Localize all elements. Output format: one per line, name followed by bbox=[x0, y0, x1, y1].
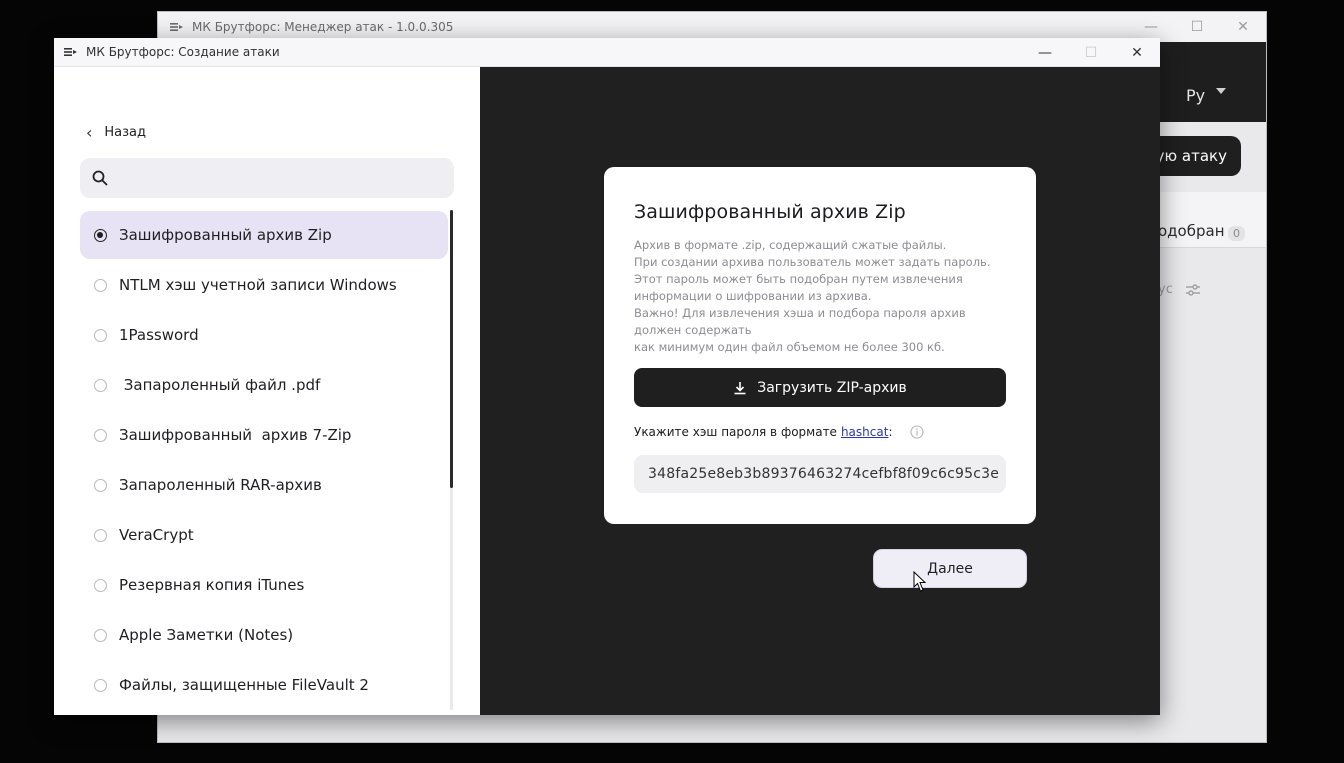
attack-type-item[interactable]: Зашифрованный архив 7-Zip bbox=[80, 411, 448, 459]
app-icon bbox=[170, 23, 183, 31]
language-selector[interactable]: Ру bbox=[1186, 86, 1205, 105]
back-button[interactable]: ‹ Назад bbox=[86, 123, 146, 142]
attack-type-label: Зашифрованный архив 7-Zip bbox=[119, 426, 352, 444]
attack-type-item[interactable]: NTLM хэш учетной записи Windows bbox=[80, 261, 448, 309]
search-box[interactable] bbox=[80, 158, 454, 198]
attack-type-label: Запароленный RAR-архив bbox=[119, 476, 322, 494]
attack-type-list: Зашифрованный архив Zip NTLM хэш учетной … bbox=[80, 211, 448, 711]
description-line: При создании архива пользователь может з… bbox=[634, 255, 991, 269]
description-line: Важно! Для извлечения хэша и подбора пар… bbox=[634, 306, 966, 320]
hash-input[interactable]: 348fa25e8eb3b89376463274cefbf8f09c6c95c3… bbox=[634, 455, 1006, 493]
hashcat-link[interactable]: hashcat bbox=[841, 425, 888, 439]
radio-button[interactable] bbox=[94, 578, 107, 592]
minimize-icon[interactable]: — bbox=[1022, 38, 1068, 67]
attack-type-label: 1Password bbox=[119, 326, 199, 344]
attack-detail-card: Зашифрованный архив Zip Архив в формате … bbox=[604, 167, 1036, 524]
attack-type-label: Apple Заметки (Notes) bbox=[119, 626, 294, 644]
found-count-badge: 0 bbox=[1228, 226, 1245, 241]
back-label: Назад bbox=[104, 125, 147, 140]
radio-button[interactable] bbox=[94, 628, 107, 642]
app-icon bbox=[64, 48, 77, 56]
filter-icon[interactable] bbox=[1186, 284, 1200, 296]
scrollbar-thumb[interactable] bbox=[450, 210, 453, 488]
create-attack-dialog: МК Брутфорс: Создание атаки — ☐ ✕ ‹ Наза… bbox=[54, 38, 1160, 715]
download-icon bbox=[734, 381, 746, 394]
attack-type-label: Зашифрованный архив Zip bbox=[119, 226, 332, 244]
search-input[interactable] bbox=[118, 169, 454, 187]
card-description: Архив в формате .zip, содержащий сжатые … bbox=[634, 237, 1006, 356]
details-panel: Зашифрованный архив Zip Архив в формате … bbox=[480, 67, 1160, 715]
radio-button[interactable] bbox=[94, 478, 107, 492]
attack-type-item[interactable]: Запароленный файл .pdf bbox=[80, 361, 448, 409]
info-icon[interactable] bbox=[910, 425, 925, 439]
attack-type-panel: ‹ Назад Зашифрованный архив Zip NTLM хэш … bbox=[54, 67, 480, 715]
radio-button[interactable] bbox=[94, 428, 107, 442]
radio-button[interactable] bbox=[94, 278, 107, 292]
attack-type-item[interactable]: Файлы, защищенные FileVault 2 bbox=[80, 661, 448, 709]
manager-header bbox=[1160, 42, 1266, 122]
description-line: как минимум один файл объемом не более 3… bbox=[634, 340, 945, 354]
hash-prompt: Укажите хэш пароля в формате hashcat : bbox=[634, 425, 1006, 439]
manager-title: МК Брутфорс: Менеджер атак - 1.0.0.305 bbox=[192, 20, 454, 34]
attack-type-label: VeraCrypt bbox=[119, 526, 194, 544]
description-line: Архив в формате .zip, содержащий сжатые … bbox=[634, 238, 947, 252]
radio-button[interactable] bbox=[94, 528, 107, 542]
search-icon bbox=[92, 170, 108, 186]
caret-down-icon[interactable] bbox=[1216, 88, 1226, 94]
attack-type-item[interactable]: Apple Заметки (Notes) bbox=[80, 611, 448, 659]
attack-type-item[interactable]: Запароленный RAR-архив bbox=[80, 461, 448, 509]
maximize-icon: ☐ bbox=[1084, 44, 1098, 61]
attack-type-item[interactable]: VeraCrypt bbox=[80, 511, 448, 559]
attack-type-item[interactable]: Резервная копия iTunes bbox=[80, 561, 448, 609]
upload-zip-button[interactable]: Загрузить ZIP-архив bbox=[634, 368, 1006, 407]
description-line: Этот пароль может быть подобран путем из… bbox=[634, 272, 963, 286]
radio-button[interactable] bbox=[94, 678, 107, 692]
attack-type-label: Резервная копия iTunes bbox=[119, 576, 305, 594]
attack-type-label: Файлы, защищенные FileVault 2 bbox=[119, 676, 369, 694]
dialog-window-controls: — ☐ ✕ bbox=[1022, 38, 1160, 67]
card-title: Зашифрованный архив Zip bbox=[634, 201, 906, 223]
dialog-title: МК Брутфорс: Создание атаки bbox=[86, 45, 280, 59]
next-button[interactable]: Далее bbox=[873, 549, 1027, 588]
hash-prompt-text: Укажите хэш пароля в формате bbox=[634, 425, 837, 439]
close-icon[interactable]: ✕ bbox=[1220, 12, 1266, 42]
maximize-icon[interactable]: ☐ bbox=[1174, 12, 1220, 42]
dialog-titlebar: МК Брутфорс: Создание атаки bbox=[54, 38, 1160, 67]
radio-button[interactable] bbox=[94, 228, 107, 242]
attack-type-item[interactable]: 1Password bbox=[80, 311, 448, 359]
chevron-left-icon: ‹ bbox=[86, 123, 93, 142]
attack-type-label: NTLM хэш учетной записи Windows bbox=[119, 276, 397, 294]
description-line: информации о шифровании из архива. bbox=[634, 289, 872, 303]
hash-prompt-colon: : bbox=[888, 425, 893, 439]
attack-type-label: Запароленный файл .pdf bbox=[119, 376, 321, 394]
upload-button-label: Загрузить ZIP-архив bbox=[757, 379, 907, 396]
description-line: должен содержать bbox=[634, 323, 752, 337]
close-icon[interactable]: ✕ bbox=[1114, 38, 1160, 67]
radio-button[interactable] bbox=[94, 328, 107, 342]
attack-type-item[interactable]: Зашифрованный архив Zip bbox=[80, 211, 448, 259]
mouse-cursor-icon bbox=[913, 571, 927, 592]
tab-found[interactable]: одобран bbox=[1158, 222, 1225, 240]
radio-button[interactable] bbox=[94, 378, 107, 392]
status-column-label: ус bbox=[1158, 282, 1173, 297]
